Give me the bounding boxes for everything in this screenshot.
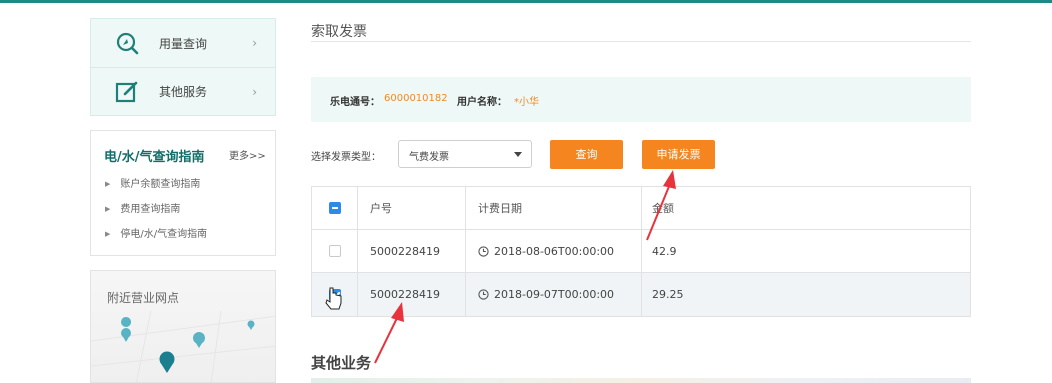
date-value: 2018-08-06T00:00:00 [494, 244, 615, 258]
guide-title: 电/水/气查询指南 [104, 150, 205, 165]
amount-cell: 42.9 [641, 230, 972, 272]
user-name-label: 用户名称： [457, 97, 507, 108]
invoice-table: 户号 计费日期 金额 5000228419 2018-08-06T00:00:0… [311, 186, 971, 317]
triangle-right-icon: ▶ [105, 230, 111, 238]
row-select-cell[interactable] [312, 273, 357, 316]
table-header-row: 户号 计费日期 金额 [312, 187, 970, 230]
row-checkbox[interactable] [328, 288, 341, 301]
other-business-title: 其他业务 [311, 354, 372, 372]
column-header-date: 计费日期 [465, 187, 641, 229]
date-value: 2018-09-07T00:00:00 [494, 288, 615, 301]
triangle-right-icon: ▶ [105, 180, 111, 188]
select-all-cell[interactable] [312, 187, 357, 229]
query-guide-panel: 电/水/气查询指南 更多>> ▶ 账户余额查询指南 ▶ 费用查询指南 ▶ 停电/水/气… [90, 130, 276, 256]
account-cell: 5000228419 [357, 273, 465, 316]
map-pin-icon [121, 317, 132, 342]
account-info-bar: 乐电通号： 6000010182 用户名称： *小华 [311, 77, 971, 122]
amount-cell: 29.25 [641, 273, 972, 316]
title-divider [311, 41, 971, 42]
guide-more-link[interactable]: 更多>> [229, 147, 266, 162]
date-cell: 2018-08-06T00:00:00 [465, 230, 641, 272]
row-checkbox[interactable] [328, 245, 341, 257]
clock-icon [478, 245, 489, 257]
triangle-right-icon: ▶ [105, 205, 111, 213]
map-pin-icon [193, 332, 205, 348]
edit-icon [115, 80, 139, 104]
caret-down-icon [514, 152, 522, 157]
chevron-right-icon: › [252, 84, 257, 99]
sidebar-item-other-services[interactable]: 其他服务 › [90, 68, 276, 116]
table-row[interactable]: 5000228419 2018-09-07T00:00:00 29.25 [312, 273, 970, 316]
guide-link[interactable]: ▶ 费用查询指南 [105, 202, 207, 227]
sidebar-services: 用量查询 › 其他服务 › [90, 18, 276, 116]
invoice-type-value: 气费发票 [409, 152, 449, 163]
invoice-type-label: 选择发票类型： [311, 152, 381, 163]
user-name-value: *小华 [514, 97, 539, 108]
sidebar-item-label: 其他服务 [159, 85, 208, 99]
select-all-checkbox[interactable] [328, 202, 341, 214]
invoice-type-select[interactable]: 气费发票 [398, 140, 532, 168]
top-accent-line [0, 0, 1052, 3]
nearby-outlets-map[interactable]: 附近营业网点 [90, 270, 276, 383]
query-button[interactable]: 查询 [550, 140, 623, 169]
apply-invoice-button[interactable]: 申请发票 [642, 140, 715, 169]
account-cell: 5000228419 [357, 230, 465, 272]
chevron-right-icon: › [252, 36, 257, 50]
date-cell: 2018-09-07T00:00:00 [465, 273, 641, 316]
clock-icon [478, 289, 489, 300]
search-gauge-icon [115, 31, 139, 55]
guide-link[interactable]: ▶ 账户余额查询指南 [105, 177, 207, 202]
map-pin-icon [247, 320, 255, 330]
table-row[interactable]: 5000228419 2018-08-06T00:00:00 42.9 [312, 230, 970, 273]
column-header-account: 户号 [357, 187, 465, 229]
row-select-cell[interactable] [312, 230, 357, 272]
map-pin-icon [159, 351, 175, 373]
account-number-label: 乐电通号： [330, 97, 380, 108]
column-header-amount: 金额 [641, 187, 972, 229]
map-graphic [91, 310, 275, 382]
sidebar-item-label: 用量查询 [159, 36, 208, 51]
guide-list: ▶ 账户余额查询指南 ▶ 费用查询指南 ▶ 停电/水/气查询指南 [105, 177, 207, 252]
sidebar-item-usage-query[interactable]: 用量查询 › [90, 18, 276, 68]
other-business-strip [311, 378, 971, 383]
guide-link[interactable]: ▶ 停电/水/气查询指南 [105, 227, 207, 252]
page-title: 索取发票 [311, 24, 367, 40]
account-number-value: 6000010182 [384, 93, 448, 104]
